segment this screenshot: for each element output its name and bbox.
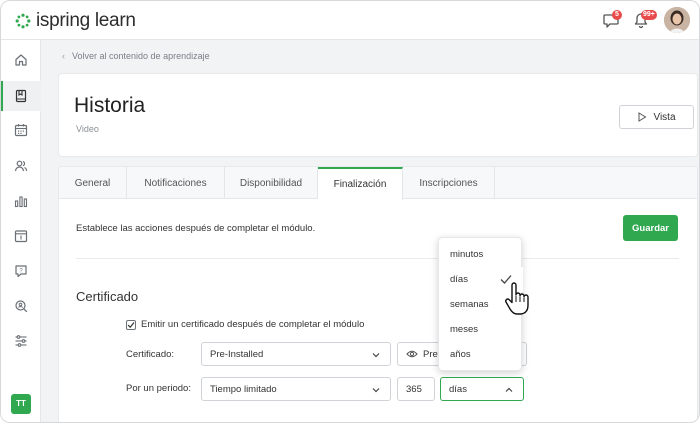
sidebar-item-help[interactable]: ? [1, 256, 41, 286]
sidebar-item-calendar[interactable] [1, 115, 41, 145]
certificate-select-value: Pre-Installed [210, 348, 264, 360]
breadcrumb-back-link[interactable]: Volver al contenido de aprendizaje [72, 51, 210, 61]
chevron-left-icon: ‹ [62, 51, 65, 61]
save-button[interactable]: Guardar [623, 215, 678, 241]
period-label: Por un periodo: [126, 383, 191, 394]
breadcrumb[interactable]: ‹ Volver al contenido de aprendizaje [62, 51, 210, 61]
tab-bar: General Notificaciones Disponibilidad Fi… [59, 167, 697, 200]
emit-certificate-label: Emitir un certificado después de complet… [141, 319, 365, 330]
period-type-value: Tiempo limitado [210, 383, 277, 395]
play-icon [638, 112, 647, 122]
certificate-label: Certificado: [126, 349, 175, 360]
sidebar: ? TT [1, 40, 41, 422]
tab-availability[interactable]: Disponibilidad [225, 167, 318, 199]
sidebar-item-home[interactable] [1, 45, 41, 75]
tab-general[interactable]: General [59, 167, 127, 199]
tab-notifications[interactable]: Notificaciones [127, 167, 225, 199]
period-type-select[interactable]: Tiempo limitado [201, 377, 391, 401]
certificate-select[interactable]: Pre-Installed [201, 342, 391, 366]
module-type: Video [76, 124, 99, 134]
top-bar: ispring learn 5 99+ [1, 1, 699, 40]
page-title: Historia [74, 94, 146, 117]
logo-brand: ispring [36, 10, 90, 31]
preview-button-label: Vista [653, 111, 676, 123]
user-initials-badge[interactable]: TT [11, 394, 31, 414]
help-icon: ? [15, 265, 27, 278]
sidebar-item-settings[interactable] [1, 326, 41, 356]
avatar-portrait-icon [664, 7, 690, 33]
bar-chart-icon [14, 196, 28, 208]
sidebar-item-reports[interactable] [1, 186, 41, 216]
completion-intro-text: Establece las acciones después de comple… [76, 223, 316, 234]
module-header-card: Historia Video Vista [58, 73, 698, 157]
app-window: ispring learn 5 99+ ? TT ‹ Volver al con… [0, 0, 700, 423]
emit-certificate-row[interactable]: Emitir un certificado después de complet… [126, 319, 364, 330]
divider [76, 258, 679, 259]
period-unit-select[interactable]: días [440, 377, 524, 401]
hand-cursor-icon [505, 282, 529, 315]
chat-badge: 5 [612, 10, 622, 20]
sidebar-item-users[interactable] [1, 151, 41, 181]
svg-text:?: ? [19, 268, 23, 274]
sidebar-item-search[interactable] [1, 291, 41, 321]
logo-product: learn [94, 10, 136, 31]
dropdown-option-days-label: días [450, 274, 468, 285]
tab-enrollments[interactable]: Inscripciones [403, 167, 495, 199]
sliders-icon [15, 335, 27, 347]
sidebar-item-courses[interactable] [1, 81, 41, 111]
chevron-down-icon [372, 353, 380, 358]
users-icon [14, 160, 28, 172]
period-amount-input[interactable]: 365 [397, 377, 435, 401]
dropdown-option-years[interactable]: años [439, 342, 523, 367]
book-icon [15, 89, 27, 103]
logo-text: ispring learn [36, 10, 136, 32]
ispring-logo-icon [15, 13, 31, 29]
checkmark-icon [127, 321, 135, 328]
emit-certificate-checkbox[interactable] [126, 319, 136, 330]
user-avatar[interactable] [664, 7, 690, 33]
dropdown-option-months[interactable]: meses [439, 317, 523, 342]
certificate-section-title: Certificado [76, 289, 139, 304]
preview-button[interactable]: Vista [619, 105, 694, 129]
chevron-up-icon [505, 387, 513, 392]
calendar-icon [14, 124, 28, 137]
content-library-icon [14, 230, 28, 243]
sidebar-item-content[interactable] [1, 221, 41, 251]
period-unit-value: días [449, 383, 467, 395]
chevron-down-icon [372, 388, 380, 393]
tab-completion[interactable]: Finalización [318, 167, 403, 200]
bell-badge: 99+ [641, 10, 657, 20]
ispring-logo[interactable]: ispring learn [15, 10, 136, 32]
home-icon [15, 54, 27, 66]
dropdown-option-minutes[interactable]: minutos [439, 242, 523, 267]
eye-icon [406, 350, 418, 358]
search-icon [15, 300, 28, 313]
settings-card: General Notificaciones Disponibilidad Fi… [58, 166, 698, 422]
